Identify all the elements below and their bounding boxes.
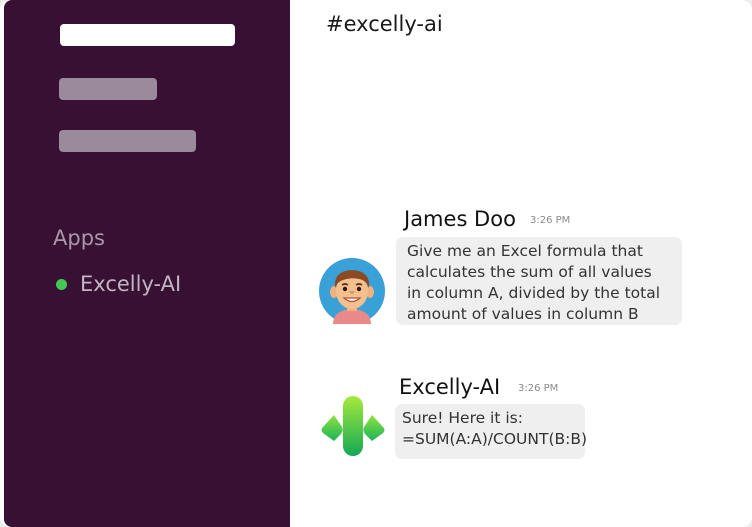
sidebar-placeholder-item <box>59 78 157 100</box>
message-author[interactable]: James Doo <box>404 207 516 231</box>
message-text-line: calculates the sum of all values <box>407 263 652 281</box>
message-timestamp: 3:26 PM <box>530 215 571 226</box>
message-text-line: Sure! Here it is: <box>402 409 523 427</box>
sidebar: Apps Excelly-AI <box>4 0 290 527</box>
app-window: Apps Excelly-AI #excelly-ai James Doo 3:… <box>0 0 752 527</box>
excelly-logo-icon[interactable] <box>320 395 386 457</box>
workspace-name-placeholder <box>60 24 235 46</box>
sidebar-item-excelly-ai[interactable]: Excelly-AI <box>56 272 181 296</box>
sidebar-placeholder-item <box>59 130 196 152</box>
user-avatar-icon[interactable] <box>319 258 385 324</box>
message-text-line: =SUM(A:A)/COUNT(B:B) <box>402 430 588 448</box>
apps-section-heading: Apps <box>53 226 105 250</box>
message-text-line: in column A, divided by the total <box>407 284 661 302</box>
channel-title: #excelly-ai <box>326 12 443 36</box>
online-status-dot <box>56 278 67 290</box>
sidebar-item-label: Excelly-AI <box>80 272 182 296</box>
message-timestamp: 3:26 PM <box>518 383 559 394</box>
message-text-line: amount of values in column B <box>407 305 639 323</box>
message-bubble: Give me an Excel formula that calculates… <box>396 237 682 325</box>
message-bubble: Sure! Here it is: =SUM(A:A)/COUNT(B:B) <box>395 404 588 459</box>
message-text-line: Give me an Excel formula that <box>407 242 643 260</box>
message-author[interactable]: Excelly-AI <box>399 375 500 399</box>
